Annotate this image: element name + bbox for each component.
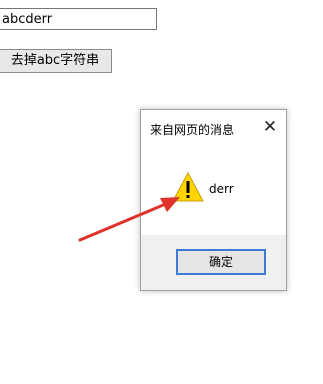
close-icon[interactable]: ✕: [260, 117, 280, 137]
remove-abc-button[interactable]: 去掉abc字符串: [0, 49, 112, 73]
warning-icon: [172, 172, 204, 202]
text-input[interactable]: [0, 8, 157, 30]
dialog-message: derr: [209, 182, 234, 196]
alert-dialog: 来自网页的消息 ✕ derr 确定: [140, 109, 287, 291]
ok-button[interactable]: 确定: [176, 249, 266, 275]
dialog-title: 来自网页的消息: [150, 123, 235, 137]
